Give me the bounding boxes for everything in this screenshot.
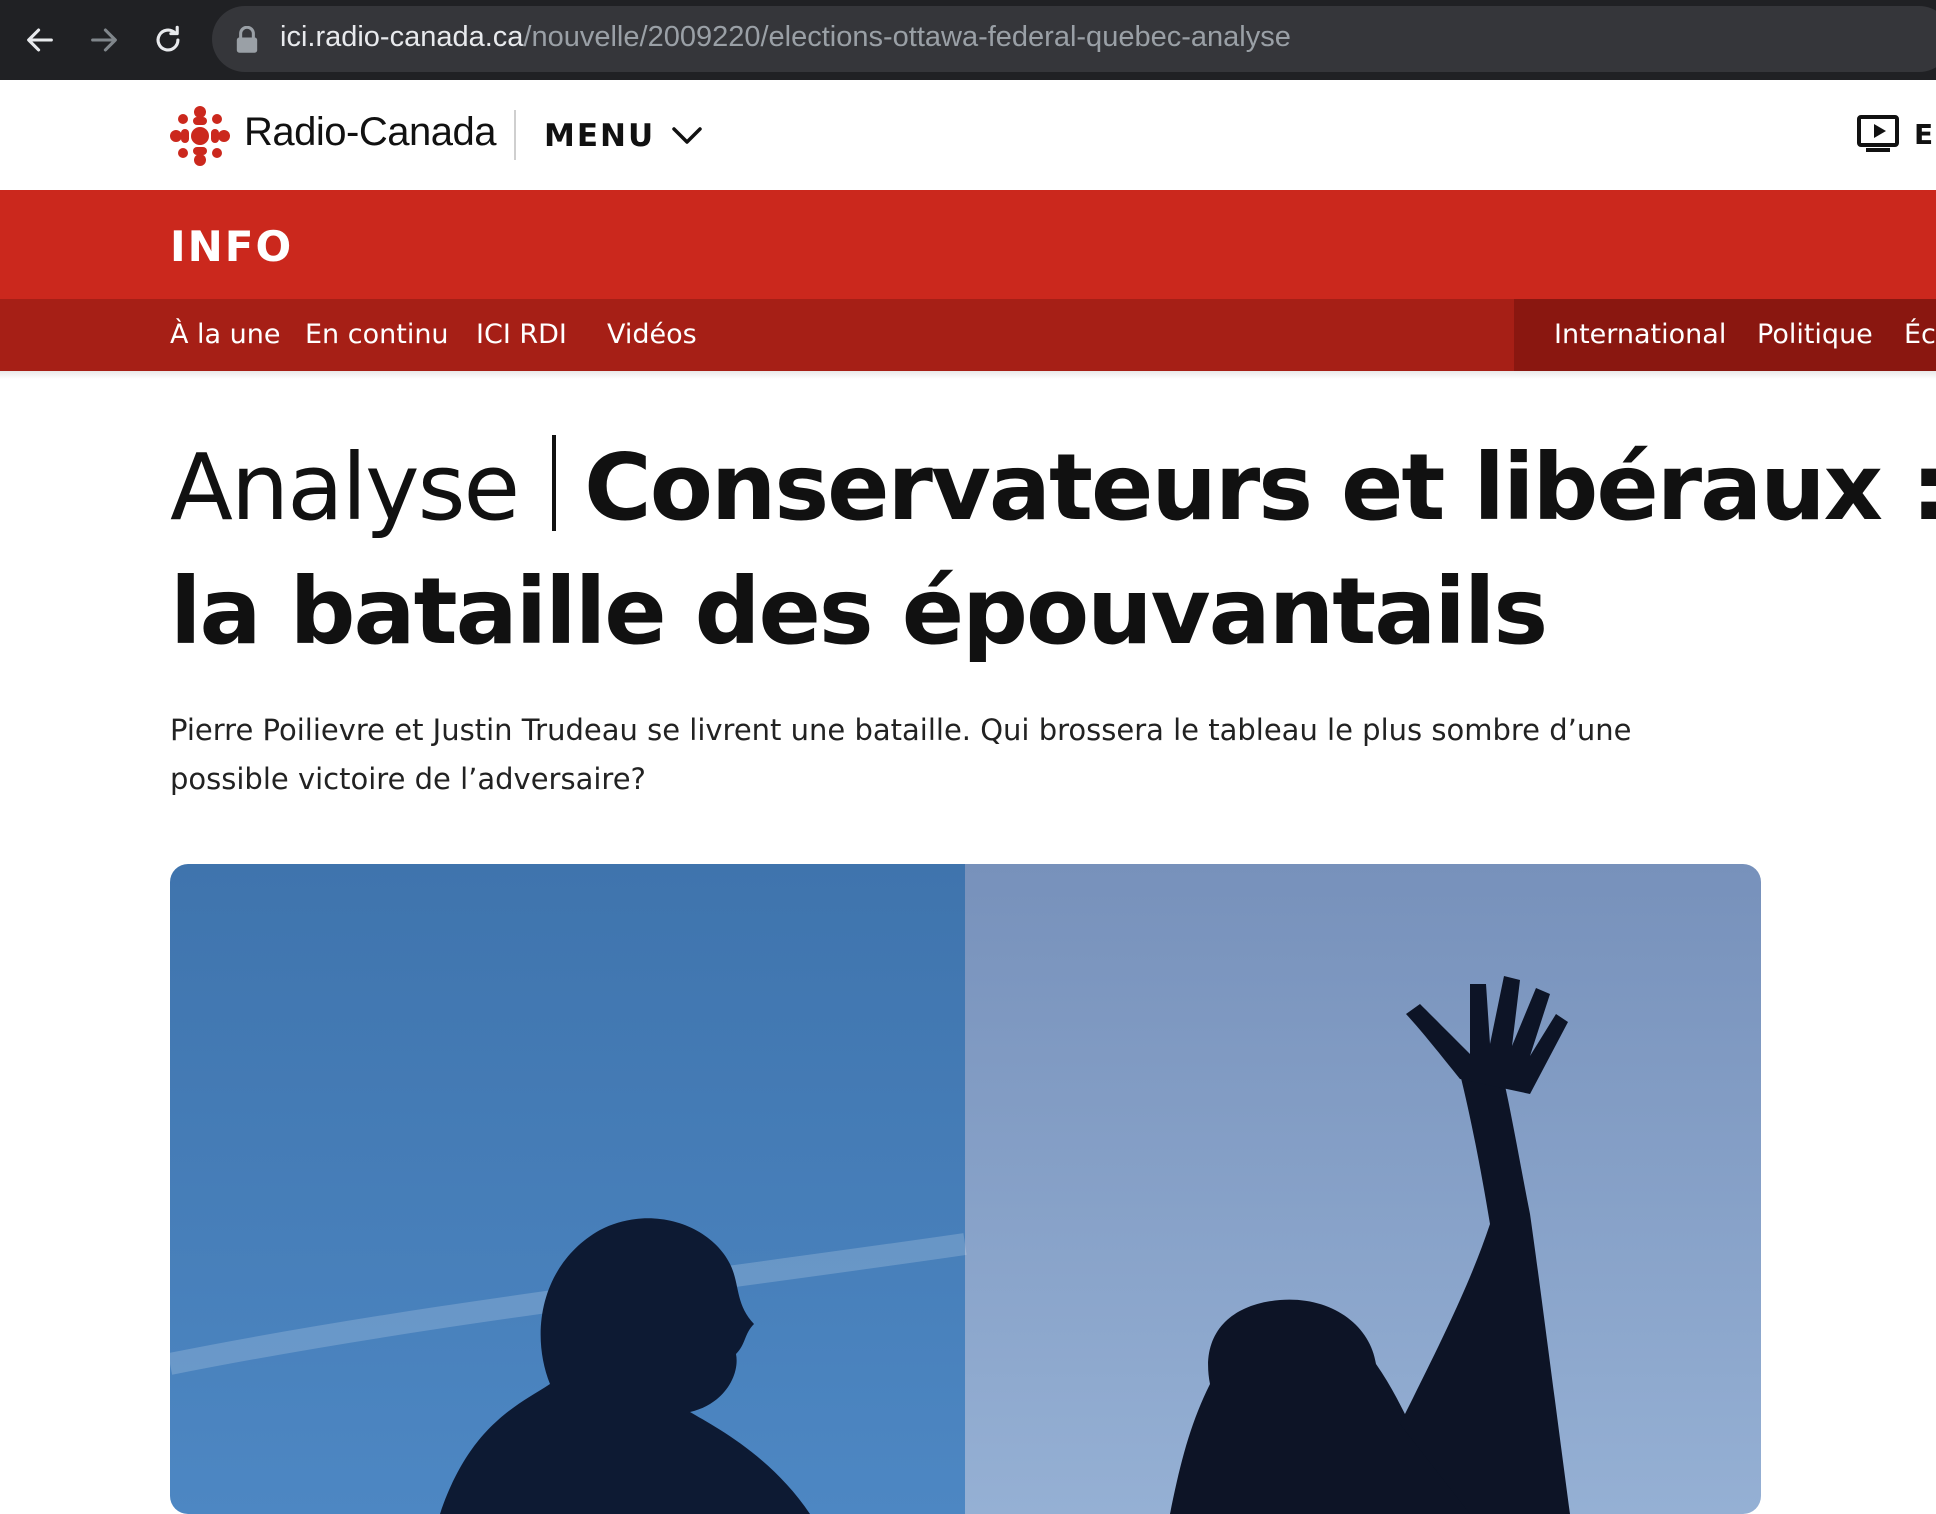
browser-toolbar: ici.radio-canada.ca/nouvelle/2009220/ele… [0, 0, 1936, 80]
url-host: ici.radio-canada.ca [280, 21, 524, 53]
hero-photo [170, 864, 1761, 1514]
menu-button[interactable]: MENU [544, 114, 703, 158]
article-dek: Pierre Poilievre et Justin Trudeau se li… [170, 713, 1632, 796]
hero-image[interactable] [170, 864, 1761, 1514]
nav-item-economie[interactable]: Éc [1904, 319, 1936, 350]
nav-item-politique[interactable]: Politique [1757, 319, 1873, 350]
tv-icon[interactable] [1856, 114, 1900, 154]
site-logo-text[interactable]: Radio-Canada [244, 110, 496, 155]
header-divider [514, 110, 516, 160]
nav-item-en-continu[interactable]: En continu [305, 319, 449, 350]
article-kicker: Analyse [170, 434, 520, 541]
url-text[interactable]: ici.radio-canada.ca/nouvelle/2009220/ele… [280, 21, 1291, 54]
nav-shadow [0, 371, 1936, 379]
address-bar[interactable]: ici.radio-canada.ca/nouvelle/2009220/ele… [212, 6, 1936, 72]
article-title-line-1: Conservateurs et libéraux : [584, 434, 1936, 541]
section-title[interactable]: INFO [170, 222, 293, 271]
kicker-separator [552, 435, 557, 531]
section-nav: À la une En continu ICI RDI Vidéos Inter… [0, 299, 1936, 371]
radio-canada-gem-icon[interactable] [170, 106, 230, 166]
url-path: /nouvelle/2009220/elections-ottawa-feder… [523, 21, 1291, 53]
language-toggle[interactable]: E [1914, 118, 1933, 151]
menu-label: MENU [544, 118, 656, 154]
nav-item-videos[interactable]: Vidéos [607, 319, 697, 350]
site-header: Radio-Canada MENU E [0, 80, 1936, 191]
nav-item-a-la-une[interactable]: À la une [170, 319, 281, 350]
back-icon[interactable] [14, 14, 66, 66]
section-band: INFO [0, 190, 1936, 299]
chevron-down-icon [672, 127, 702, 144]
article-headline: Analyse Conservateurs et libéraux : la ba… [170, 426, 1936, 674]
forward-icon[interactable] [78, 14, 130, 66]
nav-item-international[interactable]: International [1554, 319, 1726, 350]
lock-icon[interactable] [234, 26, 260, 54]
reload-icon[interactable] [142, 14, 194, 66]
nav-item-ici-rdi[interactable]: ICI RDI [476, 319, 567, 350]
article-title-line-2: la bataille des épouvantails [170, 558, 1548, 665]
